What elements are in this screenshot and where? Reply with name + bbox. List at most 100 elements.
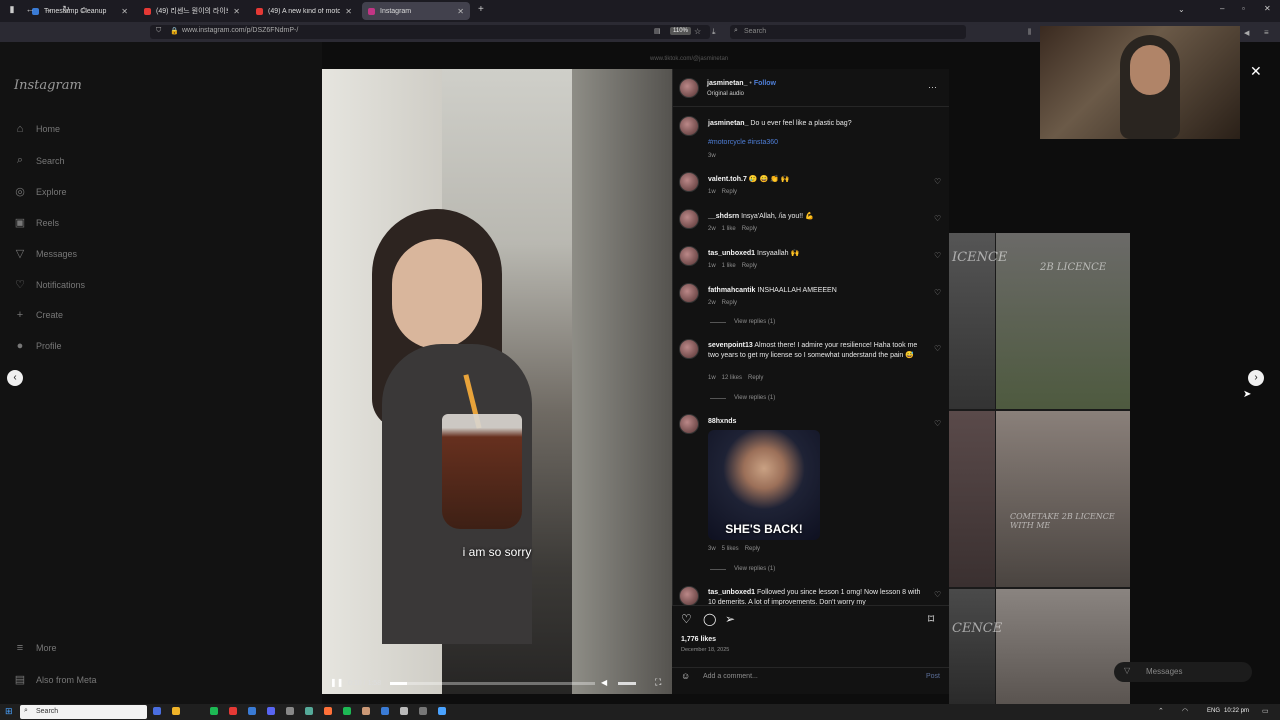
reply-button[interactable]: Reply bbox=[745, 546, 760, 552]
sidebar-item-also-from-meta[interactable]: ▤ Also from Meta bbox=[14, 673, 97, 686]
view-replies-button[interactable]: View replies (1) bbox=[710, 395, 775, 401]
more-options-icon[interactable]: ··· bbox=[928, 82, 937, 92]
close-post-icon[interactable]: ✕ bbox=[1250, 63, 1262, 80]
sidebar-item-reels[interactable]: ▣ Reels bbox=[14, 216, 59, 229]
commenter-avatar[interactable] bbox=[679, 586, 699, 606]
taskbar-app-icon[interactable] bbox=[400, 707, 408, 715]
shield-icon[interactable]: ⛉ bbox=[156, 27, 161, 35]
view-replies-button[interactable]: View replies (1) bbox=[710, 319, 775, 325]
download-icon[interactable]: ⤓ bbox=[712, 27, 716, 37]
fullscreen-icon[interactable]: ⛶ bbox=[655, 677, 661, 688]
save-bookmark-icon[interactable]: ⌑ bbox=[928, 612, 934, 626]
speaker-icon[interactable]: ◀ bbox=[1244, 29, 1249, 37]
taskbar-app-icon[interactable] bbox=[267, 707, 275, 715]
zoom-level[interactable]: 110% bbox=[670, 27, 691, 35]
taskbar-app-icon[interactable] bbox=[229, 707, 237, 715]
taskbar-app-icon[interactable] bbox=[343, 707, 351, 715]
sidebar-toggle-icon[interactable]: ▮ bbox=[6, 4, 18, 15]
lock-icon[interactable]: 🔒 bbox=[170, 27, 179, 35]
follow-button[interactable]: Follow bbox=[754, 80, 776, 87]
author-avatar[interactable] bbox=[679, 116, 699, 136]
post-comment-button[interactable]: Post bbox=[926, 673, 940, 680]
video-progress-track[interactable] bbox=[390, 682, 595, 685]
close-tab-icon[interactable]: ✕ bbox=[121, 7, 128, 16]
forward-icon[interactable]: → bbox=[42, 4, 54, 14]
like-comment-heart-icon[interactable]: ♡ bbox=[934, 288, 941, 297]
extension-icon[interactable]: ⫼ bbox=[1028, 29, 1031, 37]
like-comment-heart-icon[interactable]: ♡ bbox=[934, 590, 941, 599]
sidebar-item-home[interactable]: ⌂ Home bbox=[14, 123, 60, 135]
tab-instagram[interactable]: Instagram ✕ bbox=[362, 2, 470, 20]
volume-icon[interactable]: ◀ bbox=[601, 678, 607, 687]
url-text[interactable]: www.instagram.com/p/DSZ6FNdmP-/ bbox=[182, 27, 298, 34]
like-count[interactable]: 1,776 likes bbox=[681, 636, 716, 643]
tab-list-icon[interactable]: ⌄ bbox=[1178, 5, 1185, 14]
minimize-icon[interactable]: – bbox=[1220, 4, 1224, 13]
spotify-icon[interactable] bbox=[210, 707, 218, 715]
firefox-icon[interactable] bbox=[324, 707, 332, 715]
instagram-logo[interactable]: Instagram bbox=[14, 78, 82, 93]
previous-post-chevron-icon[interactable]: ‹ bbox=[7, 370, 23, 386]
like-comment-heart-icon[interactable]: ♡ bbox=[934, 214, 941, 223]
home-icon[interactable]: ⌂ bbox=[78, 4, 90, 14]
close-tab-icon[interactable]: ✕ bbox=[457, 7, 464, 16]
windows-start-icon[interactable]: ⊞ bbox=[5, 706, 13, 717]
commenter-avatar[interactable] bbox=[679, 172, 699, 192]
tab-motorbike[interactable]: (49) A new kind of motorbike c✕ bbox=[250, 2, 358, 20]
reel-thumbnail[interactable] bbox=[996, 589, 1130, 704]
taskbar-app-icon[interactable] bbox=[362, 707, 370, 715]
reel-thumbnail[interactable] bbox=[949, 589, 995, 704]
author-username[interactable]: jasminetan_ bbox=[707, 80, 747, 87]
commenter-avatar[interactable] bbox=[679, 209, 699, 229]
commenter-avatar[interactable] bbox=[679, 339, 699, 359]
sidebar-item-search[interactable]: ⌕ Search bbox=[14, 154, 65, 167]
tab-live[interactable]: (49) 리센느 뭔이의 라이브 ✕ bbox=[138, 2, 246, 20]
taskbar-app-icon[interactable] bbox=[153, 707, 161, 715]
reload-icon[interactable]: ↻ bbox=[60, 4, 72, 15]
taskbar-language[interactable]: ENG bbox=[1207, 708, 1220, 714]
like-comment-heart-icon[interactable]: ♡ bbox=[934, 251, 941, 260]
commenter-avatar[interactable] bbox=[679, 246, 699, 266]
close-window-icon[interactable]: ✕ bbox=[1264, 4, 1271, 13]
close-tab-icon[interactable]: ✕ bbox=[345, 7, 352, 16]
like-heart-icon[interactable]: ♡ bbox=[681, 612, 692, 626]
close-tab-icon[interactable]: ✕ bbox=[233, 7, 240, 16]
reel-thumbnail[interactable] bbox=[949, 411, 995, 587]
commenter-avatar[interactable] bbox=[679, 414, 699, 434]
comment-bubble-icon[interactable]: ◯ bbox=[703, 612, 716, 626]
reply-button[interactable]: Reply bbox=[742, 263, 757, 269]
taskbar-clock[interactable]: 10:22 pm bbox=[1224, 708, 1249, 714]
sidebar-item-explore[interactable]: ◎ Explore bbox=[14, 185, 66, 198]
taskbar-app-icon[interactable] bbox=[438, 707, 446, 715]
messages-pill[interactable]: Messages bbox=[1114, 662, 1252, 682]
sidebar-item-create[interactable]: + Create bbox=[14, 309, 63, 321]
commenter-avatar[interactable] bbox=[679, 283, 699, 303]
emoji-icon[interactable]: ☺ bbox=[681, 671, 690, 681]
reader-view-icon[interactable]: ▤ bbox=[654, 27, 661, 35]
browser-search-input[interactable]: Search bbox=[730, 25, 966, 39]
taskbar-app-icon[interactable] bbox=[248, 707, 256, 715]
original-audio[interactable]: Original audio bbox=[707, 91, 744, 97]
reel-video[interactable] bbox=[322, 69, 672, 694]
maximize-icon[interactable]: ▫ bbox=[1242, 4, 1245, 13]
app-menu-icon[interactable]: ≡ bbox=[1264, 28, 1269, 37]
share-send-icon[interactable]: ➢ bbox=[725, 612, 735, 626]
post-hashtags[interactable]: #motorcycle #insta360 bbox=[708, 139, 778, 146]
reel-thumbnail[interactable] bbox=[996, 411, 1130, 587]
new-tab-icon[interactable]: + bbox=[478, 4, 484, 15]
sidebar-item-notifications[interactable]: ♡ Notifications bbox=[14, 278, 85, 291]
reply-button[interactable]: Reply bbox=[722, 189, 737, 195]
next-post-chevron-icon[interactable]: › bbox=[1248, 370, 1264, 386]
sidebar-item-more[interactable]: ≡ More bbox=[14, 642, 57, 654]
taskbar-app-icon[interactable] bbox=[419, 707, 427, 715]
pause-icon[interactable]: ❚❚ bbox=[330, 678, 343, 687]
wifi-icon[interactable]: ◠ bbox=[1182, 707, 1188, 715]
taskbar-app-icon[interactable] bbox=[381, 707, 389, 715]
view-replies-button[interactable]: View replies (1) bbox=[710, 566, 775, 572]
reply-button[interactable]: Reply bbox=[748, 375, 763, 381]
taskbar-app-icon[interactable] bbox=[286, 707, 294, 715]
taskbar-search-input[interactable]: Search bbox=[20, 705, 147, 719]
sidebar-item-messages[interactable]: ▽ Messages bbox=[14, 247, 77, 260]
reply-button[interactable]: Reply bbox=[742, 226, 757, 232]
file-explorer-icon[interactable] bbox=[172, 707, 180, 715]
